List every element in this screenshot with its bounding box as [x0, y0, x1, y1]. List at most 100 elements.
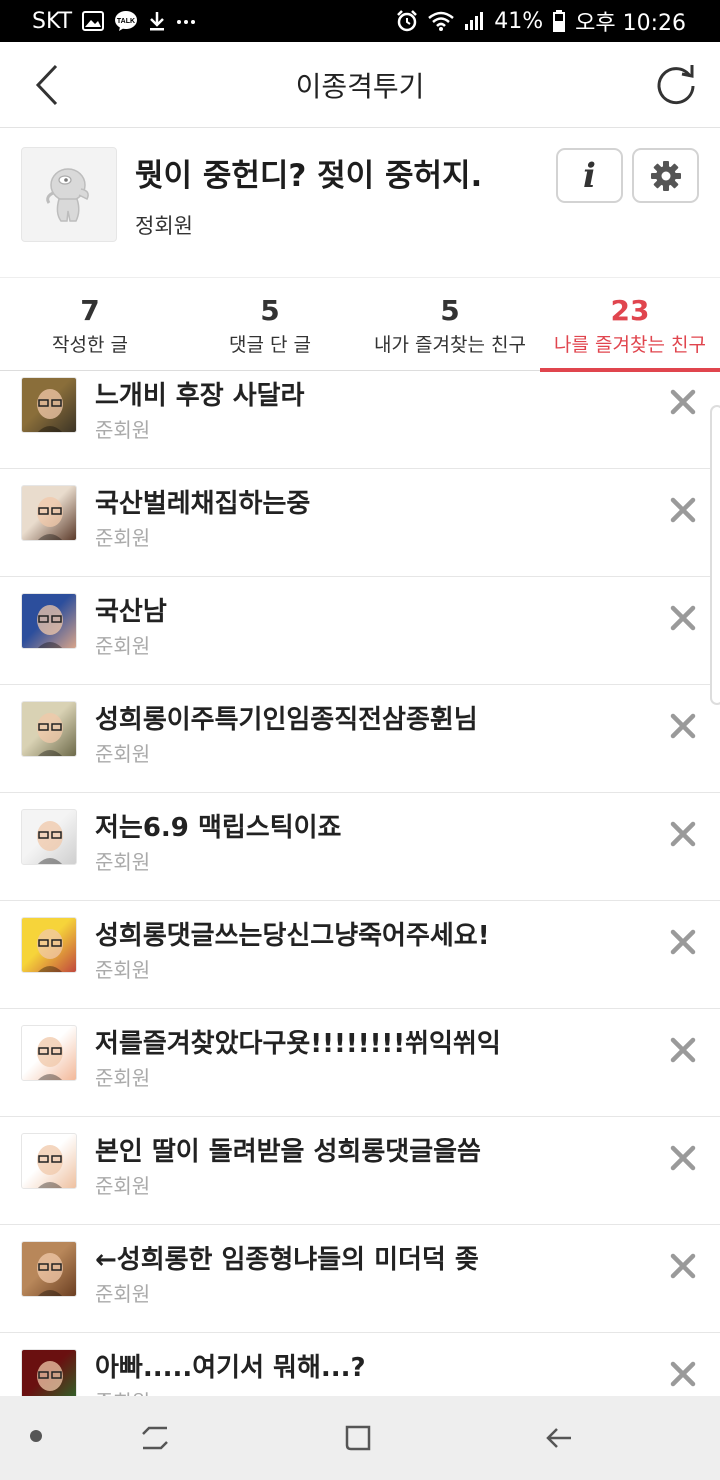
back-button[interactable] [22, 60, 72, 110]
remove-friend-button[interactable] [662, 489, 704, 531]
close-icon [670, 821, 696, 847]
friend-grade: 준회원 [95, 1174, 151, 1198]
remove-friend-button[interactable] [662, 381, 704, 423]
close-icon [670, 605, 696, 631]
friend-avatar[interactable] [21, 701, 77, 757]
scroll-edge-handle[interactable] [710, 405, 720, 705]
friend-avatar[interactable] [21, 377, 77, 433]
avatar-face-icon [37, 821, 63, 864]
remove-friend-button[interactable] [662, 1137, 704, 1179]
default-character-icon [46, 167, 89, 222]
friend-name: 저를즐겨찾았다구욧!!!!!!!!쒸익쒸익 [95, 1029, 501, 1059]
close-icon [670, 1361, 696, 1387]
friend-grade: 준회원 [95, 1282, 151, 1306]
close-icon [670, 713, 696, 739]
dot-icon[interactable] [30, 1430, 42, 1442]
profile-grade: 정회원 [135, 214, 193, 238]
friend-name: 국산남 [95, 597, 167, 627]
friend-avatar[interactable] [21, 1349, 77, 1396]
friend-row[interactable]: 성희롱댓글쓰는당신그냥죽어주세요! 준회원 [0, 901, 720, 1009]
profile-header: 뭣이 중헌디? 젖이 중허지. 정회원 i [0, 128, 720, 278]
tab-label: 내가 즐겨찾는 친구 [374, 334, 526, 356]
friend-row[interactable]: ←성희롱한 임종형냐들의 미더덕 좆준회원 [0, 1225, 720, 1333]
wifi-icon [428, 11, 455, 31]
status-left: SKT TALK [32, 9, 196, 34]
chevron-left-icon [35, 64, 58, 106]
friend-row[interactable]: 국산벌레채집하는중준회원 [0, 469, 720, 577]
friend-name: ←성희롱한 임종형냐들의 미더덕 좆 [95, 1245, 479, 1275]
status-right: 41% 오후 10:26 [396, 5, 686, 37]
friend-grade: 준회원 [95, 526, 151, 550]
friend-avatar[interactable] [21, 1133, 77, 1189]
tab-my-posts[interactable]: 7 작성한 글 [0, 278, 180, 371]
friend-avatar[interactable] [21, 593, 77, 649]
remove-friend-button[interactable] [662, 705, 704, 747]
home-icon [345, 1425, 371, 1451]
avatar-face-icon [37, 1037, 63, 1080]
remove-friend-button[interactable] [662, 813, 704, 855]
remove-friend-button[interactable] [662, 921, 704, 963]
close-icon [670, 1253, 696, 1279]
home-button[interactable] [335, 1416, 381, 1460]
tab-my-favorite-friends[interactable]: 5 내가 즐겨찾는 친구 [360, 278, 540, 371]
tab-count: 5 [260, 294, 280, 327]
app-bar: 이종격투기 [0, 42, 720, 128]
tab-count: 5 [440, 294, 460, 327]
friend-row[interactable]: 저는6.9 맥립스틱이죠 준회원 [0, 793, 720, 901]
refresh-button[interactable] [650, 58, 702, 110]
friend-row[interactable]: 성희롱이주특기인임종직전삼종휜님준회원 [0, 685, 720, 793]
friend-avatar[interactable] [21, 917, 77, 973]
carrier-label: SKT [32, 8, 73, 34]
tab-my-comments[interactable]: 5 댓글 단 글 [180, 278, 360, 371]
friend-avatar[interactable] [21, 1025, 77, 1081]
friend-avatar[interactable] [21, 809, 77, 865]
friend-row[interactable]: 느개비 후장 사달라 준회원 [0, 371, 720, 469]
friend-avatar[interactable] [21, 1241, 77, 1297]
friend-name: 국산벌레채집하는중 [95, 489, 311, 519]
battery-icon [553, 10, 566, 32]
friend-grade: 준회원 [95, 1066, 151, 1090]
tab-friends-favoriting-me[interactable]: 23 나를 즐겨찾는 친구 [540, 278, 720, 372]
friend-row[interactable]: 저를즐겨찾았다구욧!!!!!!!!쒸익쒸익준회원 [0, 1009, 720, 1117]
friend-name: 성희롱댓글쓰는당신그냥죽어주세요! [95, 921, 490, 951]
friend-grade: 준회원 [95, 742, 151, 766]
signal-icon [464, 11, 484, 31]
back-arrow-icon [546, 1428, 571, 1448]
tab-label: 작성한 글 [52, 334, 128, 356]
friend-row[interactable]: 본인 딸이 돌려받을 성희롱댓글을씀준회원 [0, 1117, 720, 1225]
tab-label: 나를 즐겨찾는 친구 [554, 334, 706, 356]
avatar-face-icon [37, 1361, 63, 1391]
close-icon [670, 389, 696, 415]
avatar-face-icon [37, 605, 63, 648]
alarm-icon [396, 10, 418, 32]
friend-grade: 준회원 [95, 958, 151, 982]
friend-list[interactable]: 느개비 후장 사달라 준회원 국산벌레채집하는중 준회원 국산남 준회원 성희롱이주특기인임… [0, 371, 720, 1396]
page-title: 이종격투기 [295, 69, 425, 103]
tab-label: 댓글 단 글 [229, 334, 311, 356]
svg-text:TALK: TALK [117, 18, 135, 25]
avatar-face-icon [37, 929, 63, 972]
settings-button[interactable] [632, 148, 699, 203]
gear-icon [650, 160, 681, 191]
back-nav-button[interactable] [536, 1416, 582, 1460]
friend-name: 본인 딸이 돌려받을 성희롱댓글을씀 [95, 1137, 481, 1167]
remove-friend-button[interactable] [662, 1245, 704, 1287]
download-icon [148, 10, 166, 32]
friend-row[interactable]: 국산남 준회원 [0, 577, 720, 685]
more-icon [176, 17, 196, 25]
friend-name: 성희롱이주특기인임종직전삼종휜님 [95, 705, 478, 735]
friend-name: 저는6.9 맥립스틱이죠 [95, 813, 342, 843]
recent-apps-button[interactable] [132, 1416, 178, 1460]
remove-friend-button[interactable] [662, 597, 704, 639]
friend-name: 느개비 후장 사달라 [95, 381, 305, 411]
info-button[interactable]: i [556, 148, 623, 203]
refresh-icon [657, 65, 695, 105]
avatar-face-icon [37, 1145, 63, 1188]
battery-percent: 41% [494, 8, 544, 34]
friend-avatar[interactable] [21, 485, 77, 541]
profile-avatar[interactable] [21, 147, 117, 242]
remove-friend-button[interactable] [662, 1029, 704, 1071]
gallery-icon [82, 11, 105, 31]
remove-friend-button[interactable] [662, 1353, 704, 1395]
friend-row[interactable]: 아빠.....여기서 뭐해...? 준회원 [0, 1333, 720, 1396]
